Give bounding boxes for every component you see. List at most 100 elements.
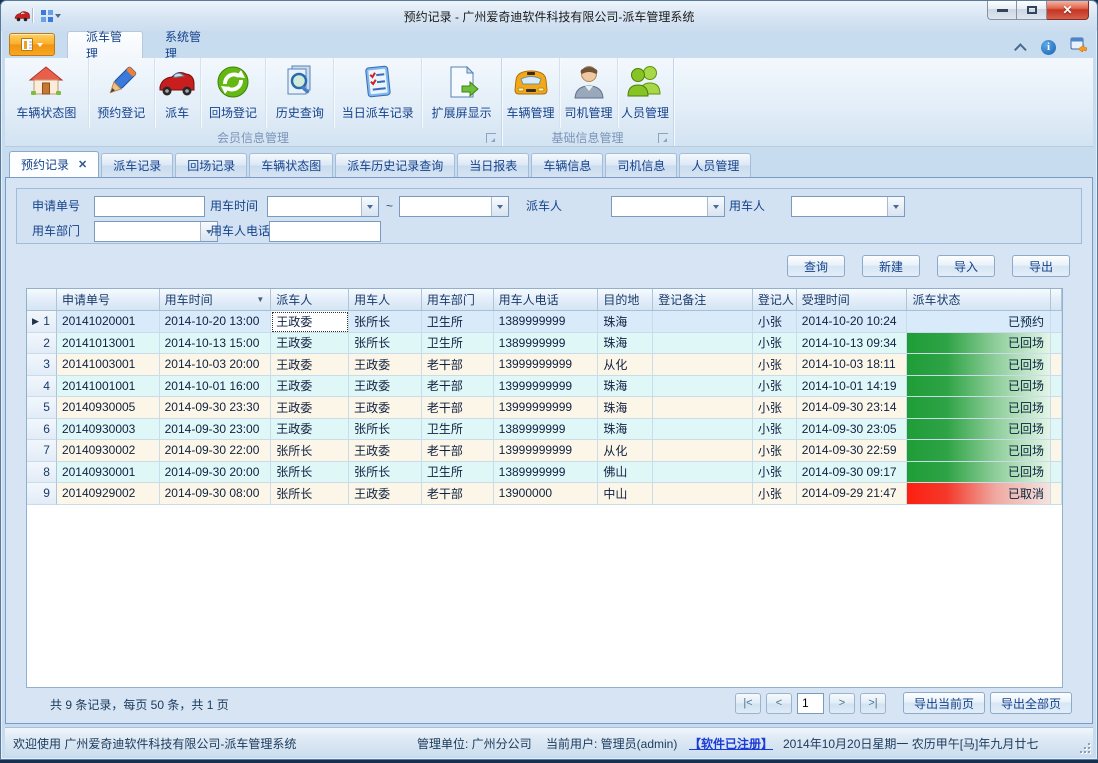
status-badge[interactable]: 已回场 xyxy=(907,440,1051,462)
cell-seq[interactable]: 6 xyxy=(27,419,57,441)
status-badge[interactable]: 已回场 xyxy=(907,462,1051,484)
cell-dispatcher[interactable]: 王政委 xyxy=(271,311,349,333)
cell-dispatcher[interactable]: 张所长 xyxy=(271,483,349,505)
cell-accept_time[interactable]: 2014-10-13 09:34 xyxy=(797,333,908,355)
cell-use_time[interactable]: 2014-10-13 15:00 xyxy=(160,333,272,355)
table-row[interactable]: 4201410010012014-10-01 16:00王政委王政委老干部139… xyxy=(27,376,1062,398)
cell-car_user[interactable]: 王政委 xyxy=(349,483,422,505)
vehicle-management-button[interactable]: 车辆管理 xyxy=(502,58,560,128)
status-badge[interactable]: 已取消 xyxy=(907,483,1051,505)
tab-reservation-records[interactable]: 预约记录 ✕ xyxy=(9,151,99,177)
cell-accept_time[interactable]: 2014-09-30 09:17 xyxy=(797,462,908,484)
cell-use_time[interactable]: 2014-09-30 08:00 xyxy=(160,483,272,505)
ribbon-tab-system[interactable]: 系统管理 xyxy=(147,31,219,58)
cell-destination[interactable]: 中山 xyxy=(598,483,653,505)
cell-phone[interactable]: 13999999999 xyxy=(494,376,599,398)
collapse-ribbon-icon[interactable] xyxy=(1014,43,1027,56)
cell-order_no[interactable]: 20141020001 xyxy=(57,311,160,333)
column-header-registrar[interactable]: 登记人 xyxy=(753,289,797,311)
cell-phone[interactable]: 13999999999 xyxy=(494,440,599,462)
cell-use_time[interactable]: 2014-10-03 20:00 xyxy=(160,354,272,376)
prev-page-button[interactable]: < xyxy=(766,693,792,714)
cell-department[interactable]: 卫生所 xyxy=(422,333,494,355)
status-badge[interactable]: 已回场 xyxy=(907,419,1051,441)
cell-accept_time[interactable]: 2014-09-30 22:59 xyxy=(797,440,908,462)
tab-dispatch-records[interactable]: 派车记录 xyxy=(101,153,173,177)
first-page-button[interactable]: |< xyxy=(735,693,761,714)
cell-registrar[interactable]: 小张 xyxy=(753,376,797,398)
cell-remark[interactable] xyxy=(653,440,753,462)
column-header-department[interactable]: 用车部门 xyxy=(422,289,494,311)
cell-department[interactable]: 卫生所 xyxy=(422,311,494,333)
cell-seq[interactable]: 5 xyxy=(27,397,57,419)
cell-dispatcher[interactable]: 王政委 xyxy=(271,354,349,376)
cell-remark[interactable] xyxy=(653,333,753,355)
cell-seq[interactable]: ▶1 xyxy=(27,311,57,333)
cell-department[interactable]: 老干部 xyxy=(422,440,494,462)
cell-accept_time[interactable]: 2014-09-30 23:05 xyxy=(797,419,908,441)
resize-grip[interactable] xyxy=(1078,741,1090,753)
cell-order_no[interactable]: 20140930003 xyxy=(57,419,160,441)
use-time-to-picker[interactable] xyxy=(399,196,509,217)
vehicle-status-map-button[interactable]: 车辆状态图 xyxy=(5,58,89,128)
new-button[interactable]: 新建 xyxy=(862,255,920,277)
cell-dispatcher[interactable]: 王政委 xyxy=(271,333,349,355)
cell-car_user[interactable]: 张所长 xyxy=(349,462,422,484)
status-badge[interactable]: 已回场 xyxy=(907,354,1051,376)
dispatcher-select[interactable] xyxy=(611,196,725,217)
dialog-launcher-icon[interactable] xyxy=(486,133,496,143)
cell-remark[interactable] xyxy=(653,354,753,376)
reservation-register-button[interactable]: 预约登记 xyxy=(89,58,155,128)
use-time-from-picker[interactable] xyxy=(267,196,379,217)
tab-daily-report[interactable]: 当日报表 xyxy=(457,153,529,177)
phone-input[interactable] xyxy=(269,221,381,242)
cell-accept_time[interactable]: 2014-09-30 23:14 xyxy=(797,397,908,419)
cell-department[interactable]: 老干部 xyxy=(422,483,494,505)
dispatch-car-button[interactable]: 派车 xyxy=(155,58,201,128)
application-menu-button[interactable] xyxy=(9,33,55,56)
cell-registrar[interactable]: 小张 xyxy=(753,419,797,441)
cell-order_no[interactable]: 20140930005 xyxy=(57,397,160,419)
column-header-dispatcher[interactable]: 派车人 xyxy=(271,289,349,311)
column-header-destination[interactable]: 目的地 xyxy=(598,289,653,311)
today-dispatch-records-button[interactable]: 当日派车记录 xyxy=(334,58,422,128)
cell-seq[interactable]: 7 xyxy=(27,440,57,462)
cell-registrar[interactable]: 小张 xyxy=(753,354,797,376)
department-select[interactable] xyxy=(94,221,218,242)
tab-dispatch-history-query[interactable]: 派车历史记录查询 xyxy=(335,153,455,177)
cell-department[interactable]: 老干部 xyxy=(422,354,494,376)
tab-driver-info[interactable]: 司机信息 xyxy=(605,153,677,177)
cell-order_no[interactable]: 20141003001 xyxy=(57,354,160,376)
cell-car_user[interactable]: 张所长 xyxy=(349,419,422,441)
driver-management-button[interactable]: 司机管理 xyxy=(560,58,618,128)
cell-car_user[interactable]: 王政委 xyxy=(349,440,422,462)
cell-registrar[interactable]: 小张 xyxy=(753,333,797,355)
cell-use_time[interactable]: 2014-10-20 13:00 xyxy=(160,311,272,333)
cell-accept_time[interactable]: 2014-10-01 14:19 xyxy=(797,376,908,398)
tab-vehicle-status-map[interactable]: 车辆状态图 xyxy=(249,153,333,177)
cell-remark[interactable] xyxy=(653,376,753,398)
query-button[interactable]: 查询 xyxy=(787,255,845,277)
cell-car_user[interactable]: 王政委 xyxy=(349,397,422,419)
tab-vehicle-info[interactable]: 车辆信息 xyxy=(531,153,603,177)
cell-destination[interactable]: 珠海 xyxy=(598,311,653,333)
history-query-button[interactable]: 历史查询 xyxy=(266,58,334,128)
close-button[interactable]: ✕ xyxy=(1047,1,1089,20)
table-row[interactable]: 2201410130012014-10-13 15:00王政委张所长卫生所138… xyxy=(27,333,1062,355)
page-number-input[interactable] xyxy=(797,693,824,714)
cell-accept_time[interactable]: 2014-09-29 21:47 xyxy=(797,483,908,505)
close-tab-icon[interactable]: ✕ xyxy=(78,158,87,171)
cell-use_time[interactable]: 2014-10-01 16:00 xyxy=(160,376,272,398)
cell-order_no[interactable]: 20140930002 xyxy=(57,440,160,462)
table-row[interactable]: 7201409300022014-09-30 22:00张所长王政委老干部139… xyxy=(27,440,1062,462)
cell-use_time[interactable]: 2014-09-30 22:00 xyxy=(160,440,272,462)
cell-remark[interactable] xyxy=(653,462,753,484)
column-header-phone[interactable]: 用车人电话 xyxy=(494,289,599,311)
help-skin-icon[interactable] xyxy=(1070,37,1087,57)
cell-registrar[interactable]: 小张 xyxy=(753,397,797,419)
table-row[interactable]: 6201409300032014-09-30 23:00王政委张所长卫生所138… xyxy=(27,419,1062,441)
order-no-input[interactable] xyxy=(94,196,205,217)
cell-registrar[interactable]: 小张 xyxy=(753,440,797,462)
cell-remark[interactable] xyxy=(653,483,753,505)
tab-personnel-management[interactable]: 人员管理 xyxy=(679,153,751,177)
